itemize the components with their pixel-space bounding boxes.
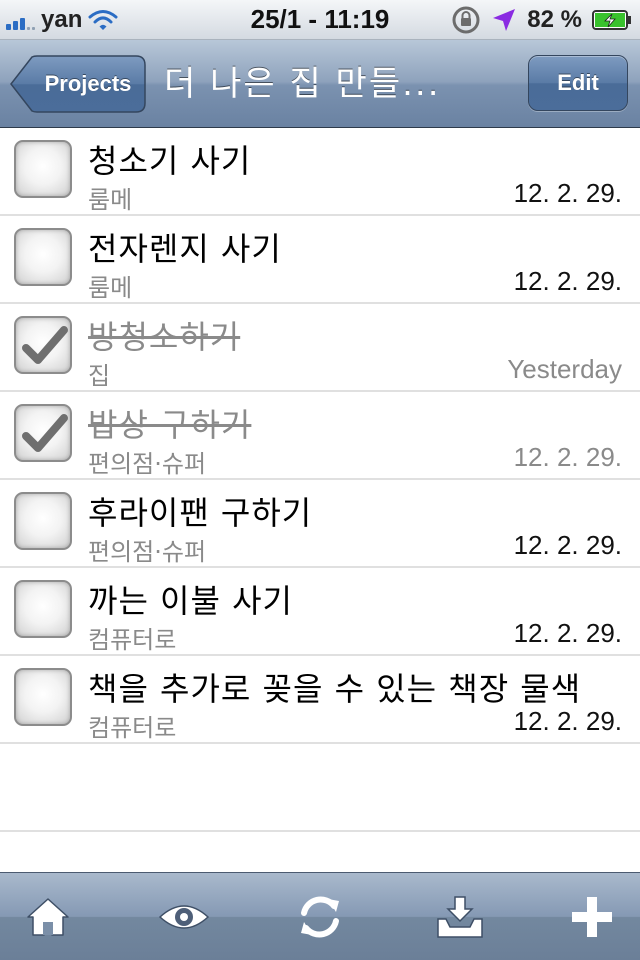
tab-bar: [0, 872, 640, 960]
task-checkbox[interactable]: [14, 580, 72, 638]
task-title: 후라이팬 구하기: [88, 494, 313, 532]
status-right: 82 %: [451, 4, 632, 36]
task-title: 까는 이불 사기: [88, 582, 293, 620]
checkmark-icon: [22, 414, 68, 452]
checkmark-icon: [22, 326, 68, 364]
task-date: 12. 2. 29.: [513, 706, 622, 736]
navigation-bar: Projects 더 나은 집 만들... Edit: [0, 40, 640, 128]
battery-charging-icon: [592, 10, 631, 30]
task-row-completed[interactable]: 방청소하기 집 Yesterday: [0, 304, 640, 392]
task-context: 집: [88, 362, 111, 390]
task-title: 청소기 사기: [88, 142, 252, 180]
task-context: 편의점·슈퍼: [88, 450, 207, 478]
review-tab-button[interactable]: [156, 889, 212, 945]
task-row[interactable]: 까는 이불 사기 컴퓨터로 12. 2. 29.: [0, 568, 640, 656]
task-date: Yesterday: [507, 354, 622, 384]
home-tab-button[interactable]: [20, 889, 76, 945]
sync-icon: [301, 896, 339, 938]
empty-row: [0, 744, 640, 832]
task-checkbox[interactable]: [14, 140, 72, 198]
plus-icon: [572, 897, 612, 937]
page-title: 더 나은 집 만들...: [164, 64, 441, 104]
task-context: 편의점·슈퍼: [88, 538, 207, 566]
task-checkbox[interactable]: [14, 492, 72, 550]
edit-button[interactable]: Edit: [528, 55, 628, 111]
task-date: 12. 2. 29.: [513, 530, 622, 560]
home-icon: [27, 898, 69, 936]
task-title: 밥상 구하기: [88, 406, 252, 444]
task-row[interactable]: 청소기 사기 룸메 12. 2. 29.: [0, 128, 640, 216]
eye-icon: [158, 905, 210, 929]
inbox-tab-button[interactable]: [432, 889, 488, 945]
task-date: 12. 2. 29.: [513, 442, 622, 472]
projects-back-button[interactable]: Projects: [10, 55, 146, 113]
task-checkbox-checked[interactable]: [14, 316, 72, 374]
sync-tab-button[interactable]: [292, 889, 348, 945]
task-row-completed[interactable]: 밥상 구하기 편의점·슈퍼 12. 2. 29.: [0, 392, 640, 480]
task-context: 룸메: [88, 274, 133, 302]
add-tab-button[interactable]: [564, 889, 620, 945]
task-row[interactable]: 후라이팬 구하기 편의점·슈퍼 12. 2. 29.: [0, 480, 640, 568]
location-arrow-icon: [493, 9, 516, 31]
task-checkbox[interactable]: [14, 228, 72, 286]
rotation-lock-icon: [452, 6, 480, 34]
task-checkbox-checked[interactable]: [14, 404, 72, 462]
inbox-icon: [437, 896, 483, 938]
back-button-label: Projects: [44, 71, 132, 96]
task-date: 12. 2. 29.: [513, 618, 622, 648]
task-row[interactable]: 전자렌지 사기 룸메 12. 2. 29.: [0, 216, 640, 304]
task-row[interactable]: 책을 추가로 꽂을 수 있는 책장 물색 컴퓨터로 12. 2. 29.: [0, 656, 640, 744]
task-context: 컴퓨터로: [88, 714, 177, 742]
task-list: 청소기 사기 룸메 12. 2. 29. 전자렌지 사기 룸메 12. 2. 2…: [0, 128, 640, 832]
task-title: 책을 추가로 꽂을 수 있는 책장 물색: [88, 670, 582, 708]
task-title: 전자렌지 사기: [88, 230, 282, 268]
task-context: 컴퓨터로: [88, 626, 177, 654]
status-bar: yan 25/1 - 11:19 82 %: [0, 0, 640, 40]
battery-percent: 82 %: [527, 6, 582, 33]
task-date: 12. 2. 29.: [513, 178, 622, 208]
task-title: 방청소하기: [88, 318, 241, 356]
task-date: 12. 2. 29.: [513, 266, 622, 296]
task-context: 룸메: [88, 186, 133, 214]
task-checkbox[interactable]: [14, 668, 72, 726]
